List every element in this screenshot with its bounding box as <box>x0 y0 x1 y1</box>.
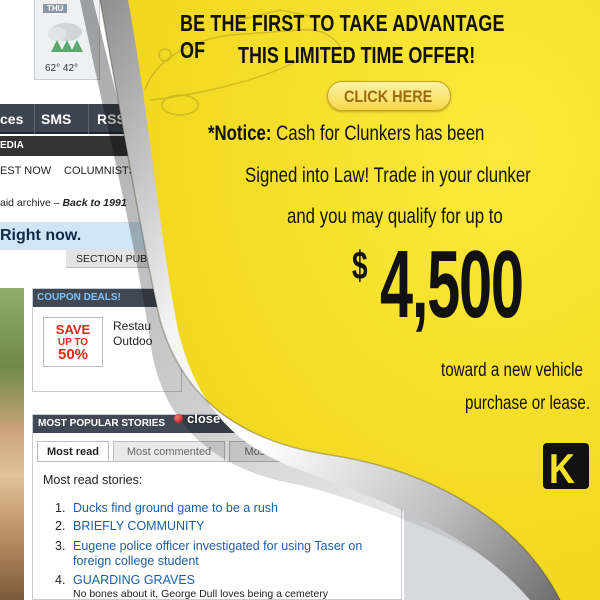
archive-back-link[interactable]: Back to 1991 <box>62 197 126 209</box>
badge-line3: 50% <box>57 346 89 363</box>
close-label: close <box>187 411 221 426</box>
tab-columnists[interactable]: COLUMNISTS <box>64 165 136 177</box>
most-popular-box: MOST POPULAR STORIES Most read Most comm… <box>32 414 403 600</box>
news-tabs: EST NOW COLUMNISTS <box>0 160 150 182</box>
list-title: Most read stories: <box>43 473 143 487</box>
nav-services[interactable]: ces <box>0 111 23 127</box>
cloud-icon <box>48 23 83 52</box>
tab-divider <box>37 461 397 462</box>
tab-most-emailed[interactable]: Most e-mailed <box>229 441 329 461</box>
weather-widget[interactable]: THU 62° 42° <box>34 0 100 80</box>
ad-body-line2: Signed into Law! Trade in your clunker <box>245 164 531 187</box>
story-number: 4. <box>55 573 66 587</box>
nav-rss[interactable]: RSS <box>97 111 126 127</box>
right-now-banner: Right now. <box>0 222 145 250</box>
notice-text: Cash for Clunkers has been <box>271 122 485 145</box>
story-link[interactable]: Ducks find ground game to be a rush <box>73 501 373 516</box>
tab-latest[interactable]: EST NOW <box>0 165 51 177</box>
tab-most-read[interactable]: Most read <box>37 441 109 461</box>
coupon-text[interactable]: Outdoo <box>113 334 152 348</box>
coupon-text[interactable]: Restau <box>113 319 151 333</box>
ad-footer-line2: purchase or lease. <box>465 393 591 414</box>
click-here-button[interactable]: CLICK HERE <box>327 81 451 111</box>
main-nav: ces SMS RSS <box>0 104 150 134</box>
search-button[interactable] <box>140 192 160 212</box>
coupon-badge[interactable]: SAVE UP TO 50% <box>43 317 103 367</box>
feature-photo[interactable] <box>0 288 24 600</box>
k-logo-icon[interactable]: K <box>543 443 589 492</box>
nav-divider <box>34 104 35 134</box>
coupon-header-label[interactable]: COUPON DEALS! <box>37 292 121 303</box>
coupon-header: COUPON DEALS! <box>33 289 183 307</box>
search-icon <box>145 197 153 205</box>
story-link[interactable]: Eugene police officer investigated for u… <box>73 539 373 569</box>
ad-headline-line2[interactable]: THIS LIMITED TIME OFFER! <box>238 42 475 69</box>
tab-most-commented[interactable]: Most commented <box>113 441 225 461</box>
ad-notice: *Notice: Cash for Clunkers has been <box>208 122 484 146</box>
amount-value: 4,500 <box>380 231 524 338</box>
archive-label: aid archive – Back to 1991 <box>0 197 127 209</box>
media-subnav: EDIA <box>0 136 150 156</box>
ad-footer-line1: toward a new vehicle <box>441 360 583 381</box>
story-number: 1. <box>55 501 66 515</box>
weather-day: THU <box>43 4 68 13</box>
ad-amount: $ 4,500 <box>352 230 592 340</box>
archive-search: aid archive – Back to 1991 <box>0 192 145 214</box>
coupon-deals-box: COUPON DEALS! SAVE UP TO 50% Restau Outd… <box>32 288 183 392</box>
ad-body-line3: and you may qualify for up to <box>287 205 503 228</box>
story-summary: No bones about it, George Dull loves bei… <box>73 588 329 600</box>
story-number: 3. <box>55 539 66 553</box>
section-label[interactable]: SECTION PUBL <box>76 253 153 265</box>
story-number: 2. <box>55 519 66 533</box>
subnav-label[interactable]: EDIA <box>0 140 24 151</box>
amount-dollar-sign: $ <box>352 244 368 288</box>
click-here-label: CLICK HERE <box>344 87 433 106</box>
weather-temps: 62° 42° <box>45 63 79 74</box>
logo-letter: K <box>549 445 575 492</box>
badge-line1: SAVE <box>55 322 91 337</box>
nav-divider <box>88 104 89 134</box>
popular-header-label: MOST POPULAR STORIES <box>38 418 166 429</box>
right-now-title: Right now. <box>0 227 82 244</box>
story-link[interactable]: BRIEFLY COMMUNITY <box>73 519 373 534</box>
nav-sms[interactable]: SMS <box>41 111 71 127</box>
notice-label: *Notice: <box>208 122 272 145</box>
close-dot-icon <box>174 414 183 423</box>
story-link[interactable]: GUARDING GRAVES <box>73 573 373 588</box>
section-bar: SECTION PUBL <box>66 250 166 268</box>
